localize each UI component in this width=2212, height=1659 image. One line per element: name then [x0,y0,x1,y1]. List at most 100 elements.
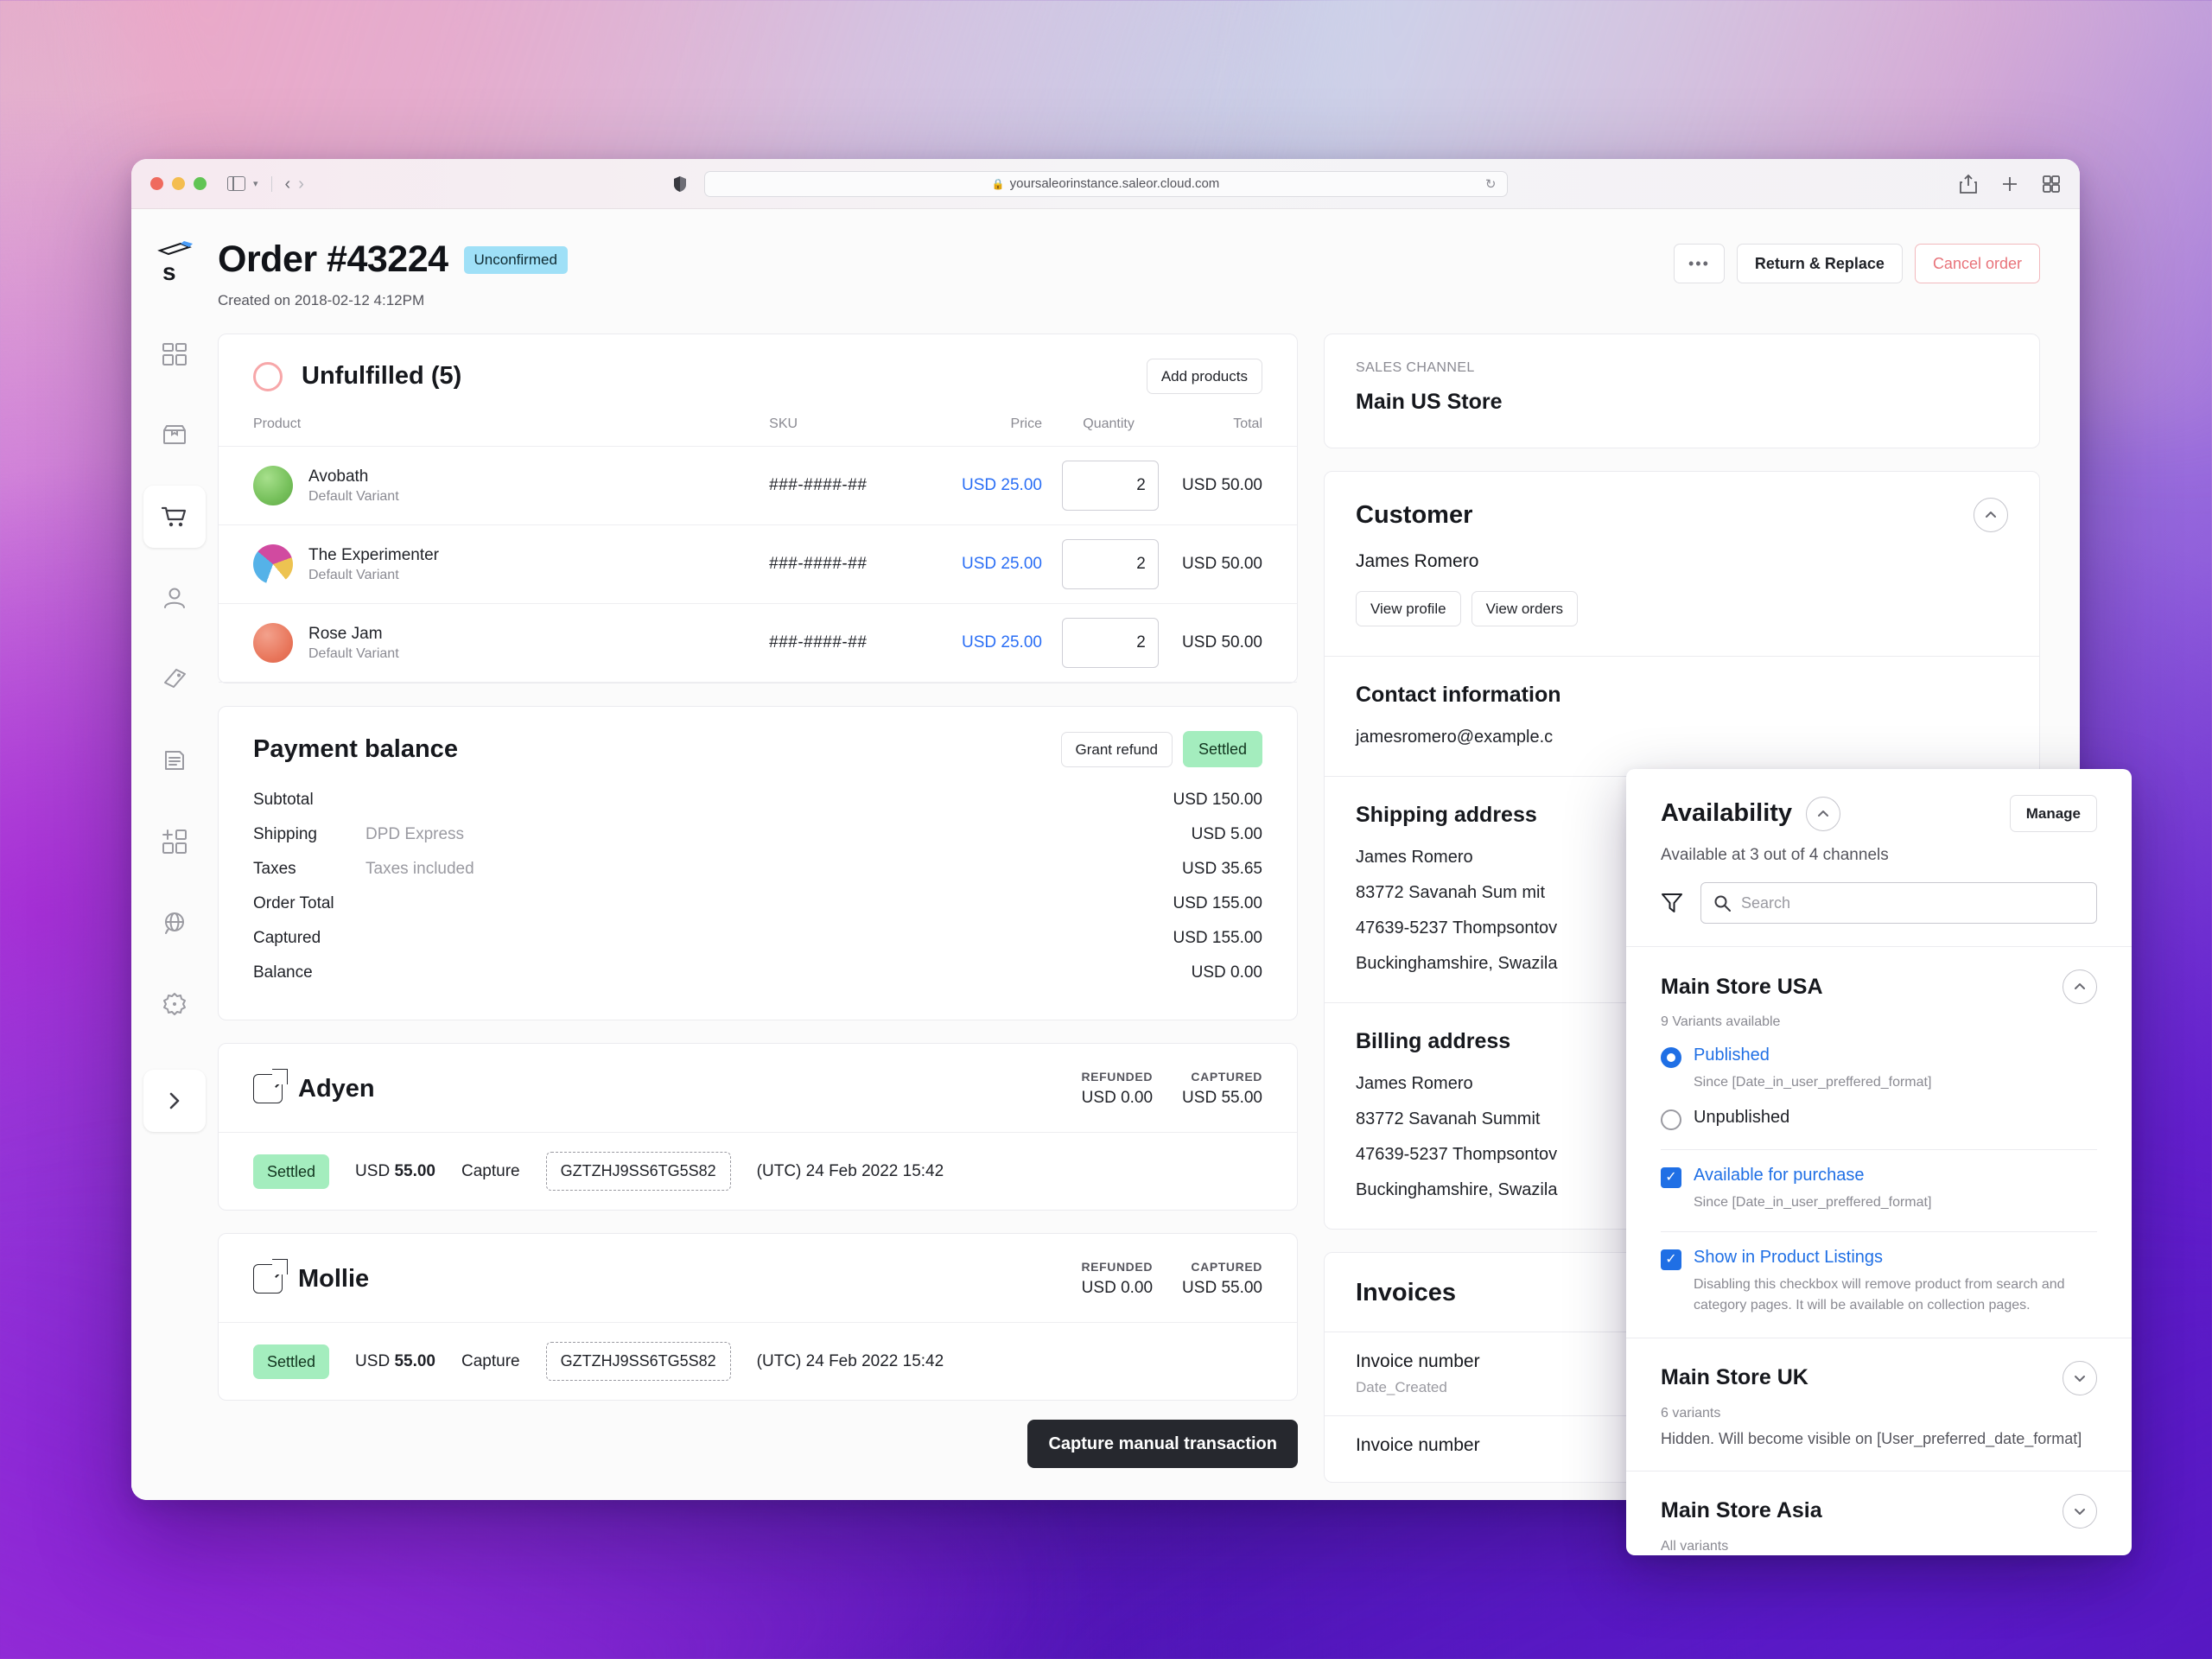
balance-value: USD 150.00 [1173,791,1262,809]
channel-name: Main Store Asia [1661,1498,1822,1523]
unpublished-radio-option[interactable]: Unpublished [1661,1108,2097,1131]
transaction-kind: Capture [461,1351,520,1370]
checkbox-show-in-product-listings[interactable]: ✓ [1661,1249,1681,1271]
divider [1661,1149,2097,1151]
table-row[interactable]: The Experimenter Default Variant ###-###… [219,524,1297,604]
sidebar-item-translations[interactable] [143,892,206,954]
external-link-icon[interactable] [253,1069,288,1103]
grid-icon [162,343,187,365]
address-bar[interactable]: 🔒 yoursaleorinstance.saleor.cloud.com ↻ [703,170,1508,197]
maximize-window-button[interactable] [194,177,207,190]
tag-icon [164,669,186,688]
sidebar-item-customers[interactable] [143,567,206,629]
payment-balance-card: Payment balance Grant refund Settled Sub… [218,706,1298,1020]
return-replace-button[interactable]: Return & Replace [1736,244,1903,283]
search-input[interactable]: Search [1700,882,2097,924]
sidebar-item-catalog[interactable] [143,404,206,467]
sidebar-expand-button[interactable] [143,1070,206,1132]
radio-published[interactable] [1661,1047,1681,1068]
sidebar-item-orders[interactable] [143,486,206,548]
channel-name: Main Store UK [1661,1365,1808,1390]
show-in-product-listings-label: Show in Product Listings [1694,1248,1884,1268]
sidebar-item-pages[interactable] [143,729,206,791]
expand-channel-button[interactable] [2063,1493,2097,1529]
transaction-status-badge: Settled [253,1154,330,1189]
sales-channel-card: SALES CHANNEL Main US Store [1324,334,2040,448]
collapse-availability-button[interactable] [1806,796,1841,831]
balance-value: USD 35.65 [1182,860,1262,878]
published-radio-option[interactable]: Published Since [Date_in_user_preffered_… [1661,1046,2097,1092]
customer-email[interactable]: jamesromero@example.c [1356,725,2008,750]
minimize-window-button[interactable] [172,177,185,190]
published-since: Since [Date_in_user_preffered_format] [1694,1075,1932,1090]
cancel-order-button[interactable]: Cancel order [1914,244,2040,283]
cell-price[interactable]: USD 25.00 [945,524,1042,604]
transaction-reference[interactable]: GZTZHJ9SS6TG5S82 [545,1342,731,1381]
show-in-product-listings-help: Disabling this checkbox will remove prod… [1694,1277,2065,1313]
collapse-customer-button[interactable] [1974,498,2008,532]
channel-variants: 9 Variants available [1661,1014,1781,1029]
add-products-button[interactable]: Add products [1146,359,1262,394]
back-button[interactable]: ‹ [285,175,291,193]
chevron-down-icon[interactable]: ▾ [253,178,258,189]
radio-unpublished[interactable] [1661,1109,1681,1131]
show-in-product-listings-option[interactable]: ✓ Show in Product Listings Disabling thi… [1661,1248,2097,1314]
sidebar-rail: s [131,209,218,1500]
published-label: Published [1694,1046,1770,1065]
refunded-label: REFUNDED [1081,1070,1154,1084]
manage-button[interactable]: Manage [2009,795,2097,832]
balance-sub: Taxes included [365,860,474,878]
table-row[interactable]: Rose Jam Default Variant ###-####-## USD… [219,603,1297,683]
balance-sub: DPD Express [365,825,465,843]
expand-channel-button[interactable] [2063,1360,2097,1395]
payment-status-badge: Settled [1182,731,1262,767]
reload-icon[interactable]: ↻ [1485,176,1497,192]
sidebar-toggle-icon[interactable] [227,176,245,191]
sidebar-item-home[interactable] [143,323,206,385]
cell-product: Avobath Default Variant [219,446,485,525]
show-all-tabs-icon[interactable] [2042,175,2061,194]
close-window-button[interactable] [150,177,163,190]
view-orders-button[interactable]: View orders [1471,591,1579,626]
cell-product: The Experimenter Default Variant [219,524,485,604]
gear-icon [163,993,186,1015]
sidebar-item-apps[interactable] [143,810,206,873]
balance-value: USD 0.00 [1191,963,1262,982]
table-header-row: Product SKU Price Quantity Total [219,416,1297,447]
sales-channel-value: Main US Store [1356,390,1503,414]
contact-information-title: Contact information [1356,683,1561,707]
available-for-purchase-option[interactable]: ✓ Available for purchase Since [Date_in_… [1661,1166,2097,1212]
plus-icon[interactable] [2000,175,2019,194]
grant-refund-button[interactable]: Grant refund [1060,731,1173,767]
person-icon [164,588,185,608]
balance-label: Balance [253,963,313,982]
quantity-input[interactable]: 2 [1061,618,1159,668]
forward-button[interactable]: › [298,175,304,193]
balance-label: Order Total [253,894,334,912]
quantity-input[interactable]: 2 [1061,461,1159,511]
cell-price[interactable]: USD 25.00 [945,446,1042,525]
external-link-icon[interactable] [253,1259,288,1294]
funnel-icon[interactable] [1661,892,1683,914]
cell-price[interactable]: USD 25.00 [945,603,1042,683]
share-icon[interactable] [1959,174,1978,194]
privacy-shield-icon[interactable] [673,175,686,192]
cell-quantity: 2 [1041,603,1159,683]
balance-label: Taxes [253,860,296,878]
page-header: Order #43224 Unconfirmed Created on 2018… [218,238,2040,309]
sidebar-item-configuration[interactable] [143,973,206,1035]
checkbox-available-for-purchase[interactable]: ✓ [1661,1167,1681,1189]
quantity-input[interactable]: 2 [1061,539,1159,589]
window-controls[interactable] [150,177,207,190]
transaction-provider: Mollie [298,1264,370,1293]
table-row[interactable]: Avobath Default Variant ###-####-## USD … [219,446,1297,525]
saleor-logo[interactable]: s [155,240,194,285]
column-product: Product [253,416,302,431]
more-actions-button[interactable]: ••• [1673,244,1725,283]
collapse-channel-button[interactable] [2063,969,2097,1004]
payment-balance-title: Payment balance [253,734,458,763]
transaction-reference[interactable]: GZTZHJ9SS6TG5S82 [545,1152,731,1191]
view-profile-button[interactable]: View profile [1356,591,1461,626]
capture-manual-transaction-button[interactable]: Capture manual transaction [1027,1420,1298,1468]
sidebar-item-discounts[interactable] [143,648,206,710]
